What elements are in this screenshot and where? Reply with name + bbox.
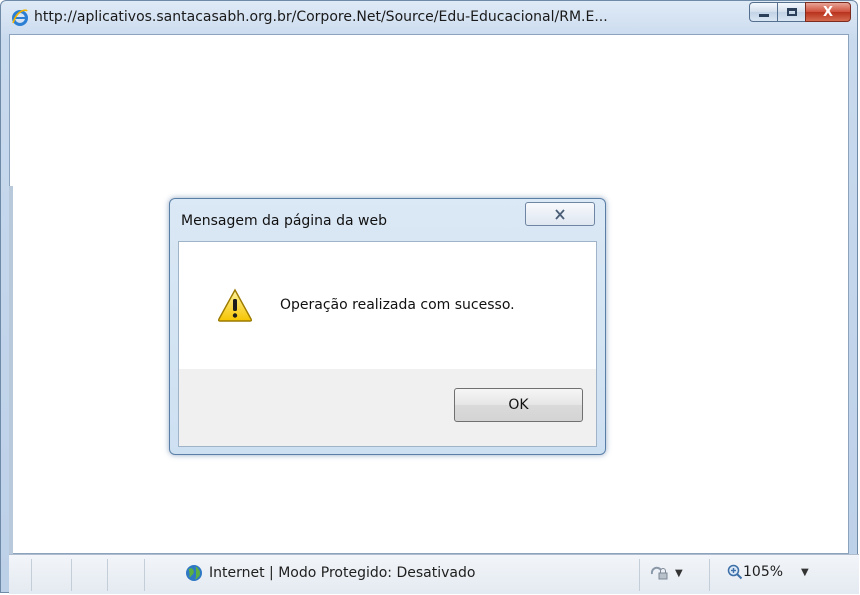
status-divider [144, 559, 145, 591]
zoom-control[interactable]: 105% ▼ [727, 564, 809, 580]
lock-refresh-icon [650, 566, 668, 580]
dialog-title: Mensagem da página da web [181, 213, 387, 229]
magnifier-icon [727, 564, 743, 580]
close-icon [555, 208, 565, 220]
chevron-down-icon: ▼ [801, 566, 809, 578]
window-title: http://aplicativos.santacasabh.org.br/Co… [34, 9, 608, 25]
security-zone[interactable]: Internet | Modo Protegido: Desativado [185, 564, 475, 582]
status-divider [71, 559, 72, 591]
chevron-down-icon: ▼ [675, 567, 683, 579]
status-divider [107, 559, 108, 591]
zoom-level: 105% [743, 564, 784, 580]
minimize-button[interactable] [749, 2, 777, 22]
caption-buttons: X [749, 2, 851, 24]
dialog-close-button[interactable] [525, 202, 595, 226]
globe-icon [186, 565, 202, 581]
dialog-message: Operação realizada com sucesso. [280, 297, 515, 313]
status-divider [31, 559, 32, 591]
warning-icon [217, 288, 253, 322]
minimize-icon [758, 13, 769, 17]
ie-icon [12, 9, 28, 26]
ok-button[interactable]: OK [454, 388, 583, 422]
ok-button-label: OK [508, 397, 529, 413]
status-bar: Internet | Modo Protegido: Desativado ▼ … [9, 554, 859, 594]
zone-label: Internet | Modo Protegido: Desativado [209, 565, 476, 581]
status-divider [639, 559, 640, 591]
close-window-button[interactable]: X [805, 2, 851, 22]
dialog-body: Operação realizada com sucesso. OK [178, 241, 597, 447]
close-icon: X [822, 4, 834, 20]
maximize-button[interactable] [777, 2, 805, 22]
title-bar[interactable]: http://aplicativos.santacasabh.org.br/Co… [1, 1, 857, 35]
frame-edge [9, 186, 13, 556]
status-divider [709, 559, 710, 591]
maximize-icon [786, 8, 797, 16]
message-dialog: Mensagem da página da web Operação reali… [169, 198, 606, 455]
protected-mode-button[interactable]: ▼ [649, 565, 683, 581]
